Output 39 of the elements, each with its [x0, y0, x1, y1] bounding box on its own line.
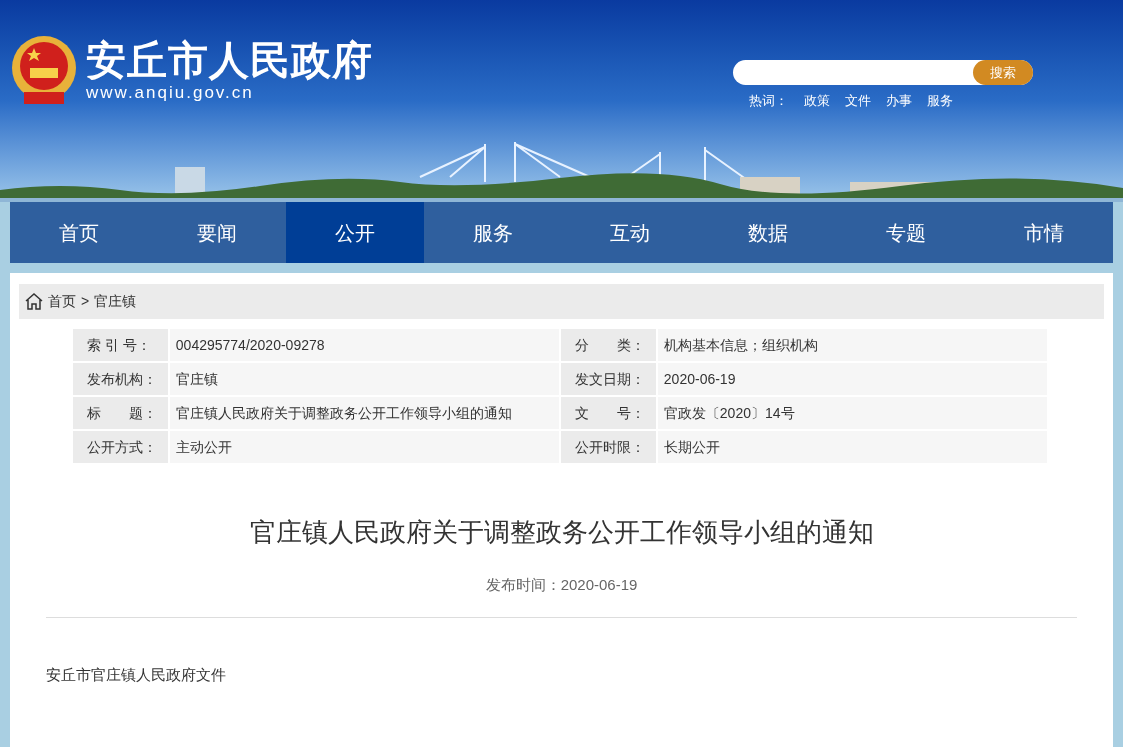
nav-tab[interactable]: 数据 [699, 202, 838, 263]
breadcrumb-separator: > [81, 292, 90, 311]
article-paragraph: 安丘市官庄镇人民政府文件 [46, 664, 227, 685]
nav-tab[interactable]: 公开 [285, 202, 424, 263]
field-label: 发布机构： [73, 363, 168, 395]
field-label: 公开方式： [73, 431, 168, 463]
field-value: 官庄镇 [169, 363, 559, 395]
hot-word-link[interactable]: 政策 [804, 91, 830, 111]
article-title: 官庄镇人民政府关于调整政务公开工作领导小组的通知 [248, 516, 875, 549]
field-label: 索 引 号： [73, 329, 168, 361]
publish-time: 发布时间：2020-06-19 [484, 575, 639, 595]
field-value: 004295774/2020-09278 [169, 329, 559, 361]
field-value: 官庄镇人民政府关于调整政务公开工作领导小组的通知 [169, 397, 559, 429]
emblem-icon [10, 34, 78, 106]
hot-word-link[interactable]: 文件 [845, 91, 871, 111]
field-label: 公开时限： [561, 431, 656, 463]
field-label: 文 号： [561, 397, 656, 429]
field-label: 发文日期： [561, 363, 656, 395]
field-value: 主动公开 [169, 431, 559, 463]
breadcrumb-link[interactable]: 官庄镇 [94, 291, 137, 312]
hot-words-label: 热词： [749, 92, 788, 110]
nav-tab[interactable]: 要闻 [147, 202, 286, 263]
field-value: 机构基本信息；组织机构 [657, 329, 1047, 361]
nav-tab[interactable]: 互动 [561, 202, 700, 263]
nav-tab[interactable]: 专题 [837, 202, 976, 263]
field-value: 官政发〔2020〕14号 [657, 397, 1047, 429]
field-label: 分 类： [561, 329, 656, 361]
field-value: 长期公开 [657, 431, 1047, 463]
hot-word-link[interactable]: 办事 [886, 91, 912, 111]
nav-tab[interactable]: 首页 [10, 202, 148, 263]
home-icon [25, 293, 43, 310]
breadcrumb-link[interactable]: 首页 [48, 291, 76, 312]
nav-tab[interactable]: 市情 [975, 202, 1113, 263]
site-url: www.anqiu.gov.cn [86, 83, 255, 103]
hot-word-link[interactable]: 服务 [927, 91, 953, 111]
field-label: 标 题： [73, 397, 168, 429]
field-value: 2020-06-19 [657, 363, 1047, 395]
site-name: 安丘市人民政府 [86, 37, 373, 83]
nav-tab[interactable]: 服务 [423, 202, 562, 263]
